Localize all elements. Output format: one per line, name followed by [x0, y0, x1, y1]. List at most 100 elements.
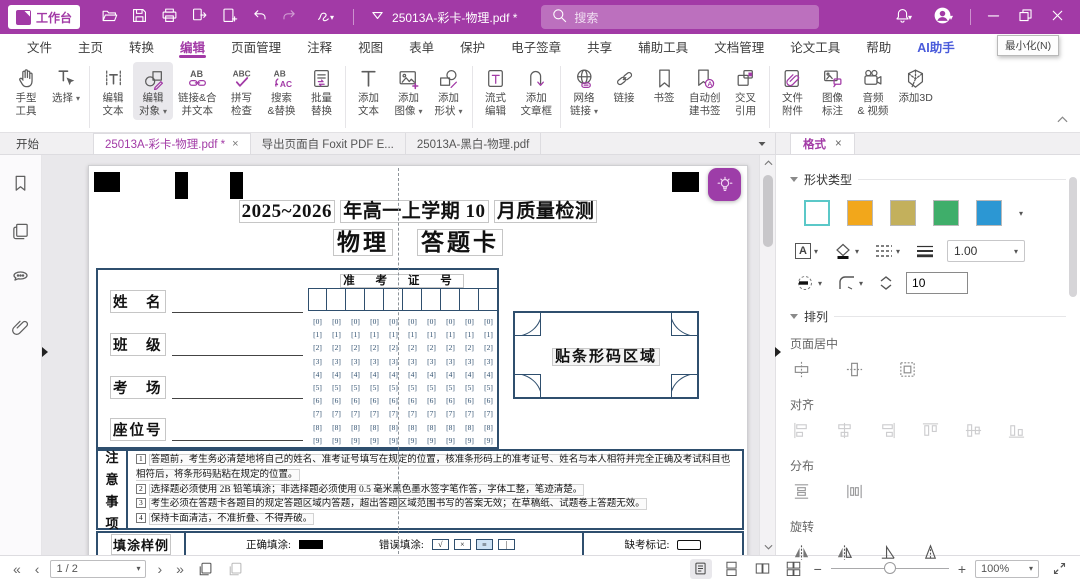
- document-area[interactable]: 2025~2026 年高一上学期 10 月质量检测 物理答题卡 准 考 证 号 …: [42, 155, 759, 555]
- menu-item-表单[interactable]: 表单: [396, 34, 447, 58]
- ribbon-tool-搜索&替换[interactable]: ABAC搜索&替换: [262, 62, 302, 119]
- previous-view-button[interactable]: [195, 559, 217, 579]
- line-weight-button[interactable]: [913, 242, 937, 260]
- comments-panel-button[interactable]: [9, 267, 33, 291]
- center-vertically-icon[interactable]: [845, 360, 864, 382]
- notifications-button[interactable]: ▾: [885, 4, 921, 30]
- continuous-view-button[interactable]: [721, 559, 743, 579]
- menu-item-文档管理[interactable]: 文档管理: [701, 34, 777, 58]
- text-color-dropdown[interactable]: A▾: [792, 241, 821, 261]
- document-tab[interactable]: 导出页面自 Foxit PDF E...: [251, 133, 406, 154]
- ribbon-tool-添加文本[interactable]: 添加文本: [349, 62, 389, 119]
- ribbon-tool-添加3D[interactable]: 添加3D: [893, 62, 937, 106]
- ribbon-tool-书签[interactable]: 书签: [644, 62, 684, 106]
- previous-page-button[interactable]: ‹: [32, 559, 43, 579]
- ribbon-tool-添加图像[interactable]: 添加图像 ▾: [389, 62, 429, 120]
- single-page-view-button[interactable]: [690, 559, 712, 579]
- menu-item-电子签章[interactable]: 电子签章: [498, 34, 574, 58]
- line-style-dropdown[interactable]: ▾: [872, 242, 903, 260]
- attachments-panel-button[interactable]: [9, 315, 33, 339]
- panel-scrollbar[interactable]: [1068, 161, 1078, 535]
- ribbon-tool-音频& 视频[interactable]: 音频& 视频: [853, 62, 894, 119]
- menu-item-注释[interactable]: 注释: [294, 34, 345, 58]
- shape-style-swatch-2[interactable]: [847, 200, 873, 226]
- menu-item-帮助[interactable]: 帮助: [853, 34, 904, 58]
- fill-color-dropdown[interactable]: ▾: [831, 240, 862, 262]
- distribute-horizontally-icon[interactable]: [845, 482, 864, 504]
- close-tab-icon[interactable]: ×: [232, 138, 238, 150]
- sidebar-expand-handle[interactable]: [42, 347, 48, 357]
- shape-style-swatch-1[interactable]: [804, 200, 830, 226]
- center-horizontally-icon[interactable]: [792, 360, 811, 382]
- first-page-button[interactable]: «: [10, 559, 24, 579]
- shape-style-swatch-3[interactable]: [890, 200, 916, 226]
- ribbon-tool-文件附件[interactable]: 文件附件: [773, 62, 813, 119]
- corner-radius-input[interactable]: [906, 272, 968, 294]
- center-both-icon[interactable]: [898, 360, 917, 382]
- tab-format-panel[interactable]: 格式 ×: [790, 133, 855, 154]
- ribbon-tool-网络链接[interactable]: 网络链接 ▾: [564, 62, 604, 120]
- ribbon-tool-添加文章框[interactable]: 添加文章框: [516, 62, 558, 119]
- scroll-down-button[interactable]: [760, 539, 776, 555]
- title-text-object[interactable]: 答题卡: [417, 229, 503, 256]
- title-text-object[interactable]: 2025~2026: [239, 200, 335, 223]
- ai-assistant-lightbulb-button[interactable]: [708, 168, 741, 201]
- quick-tool-dropdown[interactable]: ▾: [306, 4, 344, 30]
- pdf-page[interactable]: 2025~2026 年高一上学期 10 月质量检测 物理答题卡 准 考 证 号 …: [88, 165, 748, 555]
- open-file-button[interactable]: [96, 4, 122, 30]
- shape-style-swatch-5[interactable]: [976, 200, 1002, 226]
- flip-horizontal-alt-icon[interactable]: [835, 543, 854, 565]
- document-title-dropdown[interactable]: 25013A-彩卡-物理.pdf *: [363, 4, 523, 30]
- tab-start[interactable]: 开始: [0, 133, 55, 154]
- title-text-object[interactable]: 年高一上学期 10: [340, 200, 488, 223]
- section-arrange[interactable]: 排列: [790, 308, 1066, 325]
- close-format-panel-icon[interactable]: ×: [835, 138, 842, 150]
- menu-item-文件[interactable]: 文件: [14, 34, 65, 58]
- facing-view-button[interactable]: [752, 559, 774, 579]
- menu-item-共享[interactable]: 共享: [574, 34, 625, 58]
- shape-style-swatch-4[interactable]: [933, 200, 959, 226]
- zoom-slider-knob[interactable]: [884, 562, 896, 574]
- ribbon-tool-手型工具[interactable]: 手型工具: [6, 62, 46, 119]
- ribbon-tool-编辑文本[interactable]: 编辑文本: [93, 62, 133, 119]
- export-pages-button[interactable]: [186, 4, 212, 30]
- section-shape-type[interactable]: 形状类型: [790, 171, 1066, 188]
- close-button[interactable]: [1042, 4, 1072, 30]
- menu-item-论文工具[interactable]: 论文工具: [777, 34, 853, 58]
- last-page-button[interactable]: »: [173, 559, 187, 579]
- menu-item-转换[interactable]: 转换: [116, 34, 167, 58]
- flip-vertical-icon[interactable]: [921, 543, 940, 565]
- ribbon-tool-图像标注[interactable]: 图像标注: [813, 62, 853, 119]
- ribbon-tool-链接[interactable]: 链接: [604, 62, 644, 106]
- document-tab[interactable]: 25013A-彩卡-物理.pdf *×: [93, 133, 251, 154]
- page-number-select[interactable]: 1 / 2▾: [50, 560, 146, 578]
- tab-list-dropdown[interactable]: [749, 133, 775, 154]
- corner-style-dropdown[interactable]: ▾: [835, 273, 866, 293]
- menu-item-AI助手[interactable]: AI助手: [904, 34, 968, 58]
- redo-button[interactable]: [276, 4, 302, 30]
- ribbon-tool-流式编辑[interactable]: 流式编辑: [476, 62, 516, 119]
- menu-item-辅助工具[interactable]: 辅助工具: [625, 34, 701, 58]
- scroll-up-button[interactable]: [760, 155, 776, 171]
- undo-button[interactable]: [246, 4, 272, 30]
- ribbon-tool-拼写检查[interactable]: ABC拼写检查: [222, 62, 262, 119]
- next-view-button[interactable]: [225, 559, 247, 579]
- new-document-button[interactable]: [216, 4, 242, 30]
- title-text-object[interactable]: 月质量检测: [494, 200, 598, 223]
- panel-expand-handle[interactable]: [775, 347, 781, 357]
- document-scrollbar[interactable]: [759, 155, 775, 555]
- scrollbar-thumb[interactable]: [763, 175, 773, 247]
- menu-item-编辑[interactable]: 编辑: [167, 34, 218, 58]
- ribbon-tool-批量替换[interactable]: 批量替换: [302, 62, 342, 119]
- save-button[interactable]: [126, 4, 152, 30]
- ribbon-tool-添加形状[interactable]: 添加形状 ▾: [429, 62, 469, 120]
- corner-radius-stepper-icon[interactable]: [876, 273, 896, 293]
- print-button[interactable]: [156, 4, 182, 30]
- bookmarks-panel-button[interactable]: [9, 171, 33, 195]
- menu-item-主页[interactable]: 主页: [65, 34, 116, 58]
- ribbon-tool-自动创建书签[interactable]: A自动创建书签: [684, 62, 726, 119]
- pages-panel-button[interactable]: [9, 219, 33, 243]
- distribute-vertically-icon[interactable]: [792, 482, 811, 504]
- ribbon-tool-选择[interactable]: 选择 ▾: [46, 62, 86, 107]
- restore-button[interactable]: [1010, 4, 1040, 30]
